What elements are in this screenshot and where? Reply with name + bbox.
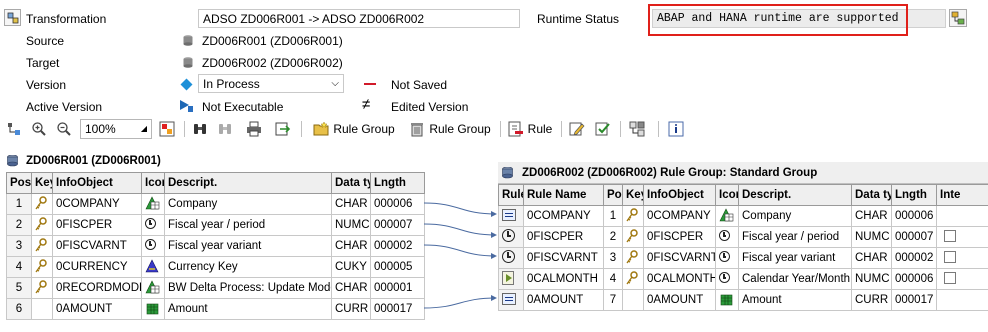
key-icon (626, 207, 638, 221)
connector-line (423, 223, 497, 238)
integer-checkbox[interactable] (944, 250, 956, 263)
length-cell: 000007 (891, 226, 937, 248)
infoobject-cell: 0AMOUNT (643, 289, 716, 311)
connector-line (423, 202, 497, 217)
key-cell (622, 247, 644, 269)
rule-cell[interactable] (498, 247, 524, 269)
initial-rule-icon (502, 270, 514, 285)
target-table: Rule Rule Name Pos Key InfoObject Icon D… (498, 184, 988, 311)
column-header[interactable]: Icon (715, 184, 739, 206)
integer-cell (936, 268, 988, 290)
column-header[interactable]: Descript. (738, 184, 852, 206)
table-row[interactable]: 0AMOUNT 7 0AMOUNT Amount CURR 000017 (498, 289, 988, 311)
description-cell: Calendar Year/Month (738, 268, 852, 290)
icon-cell (715, 205, 739, 227)
column-header[interactable]: Key (622, 184, 644, 206)
pos-cell: 1 (603, 205, 623, 227)
datatype-cell: NUMC (851, 268, 892, 290)
column-header[interactable]: Rule Name (523, 184, 604, 206)
icon-cell (715, 247, 739, 269)
integer-cell (936, 247, 988, 269)
datatype-cell: CURR (851, 289, 892, 311)
length-cell: 000006 (891, 268, 937, 290)
rule-cell[interactable] (498, 226, 524, 248)
infoobject-cell: 0FISCPER (643, 226, 716, 248)
column-header[interactable]: InfoObject (643, 184, 716, 206)
key-cell (622, 205, 644, 227)
rule-cell[interactable] (498, 205, 524, 227)
target-panel: ZD006R002 (ZD006R002) Rule Group: Standa… (498, 162, 988, 312)
infoobject-cell: 0CALMONTH (643, 268, 716, 290)
datatype-cell: CHAR (851, 247, 892, 269)
pos-cell: 3 (603, 247, 623, 269)
rule-cell[interactable] (498, 289, 524, 311)
description-cell: Amount (738, 289, 852, 311)
key-cell (622, 289, 644, 311)
key-icon (626, 270, 638, 284)
length-cell: 000006 (891, 205, 937, 227)
infoobject-cell: 0COMPANY (643, 205, 716, 227)
pos-cell: 7 (603, 289, 623, 311)
column-header[interactable]: Pos (603, 184, 623, 206)
direct-assignment-icon (502, 208, 516, 221)
description-cell: Company (738, 205, 852, 227)
rule-name-cell: 0COMPANY (523, 205, 604, 227)
rule-name-cell: 0FISCVARNT (523, 247, 604, 269)
column-header[interactable]: Lngth (891, 184, 937, 206)
integer-cell (936, 226, 988, 248)
icon-cell (715, 289, 739, 311)
connector-line (423, 295, 497, 309)
table-row[interactable]: 0COMPANY 1 0COMPANY Company CHAR 000006 (498, 205, 988, 227)
pos-cell: 4 (603, 268, 623, 290)
rule-name-cell: 0AMOUNT (523, 289, 604, 311)
target-db-icon (502, 167, 513, 179)
integer-checkbox[interactable] (944, 271, 956, 284)
integer-cell (936, 205, 988, 227)
key-cell (622, 226, 644, 248)
key-cell (622, 268, 644, 290)
time-characteristic-icon (719, 230, 730, 241)
column-header[interactable]: Inte (936, 184, 988, 206)
key-icon (626, 249, 638, 263)
infoobject-cell: 0FISCVARNT (643, 247, 716, 269)
direct-assignment-icon (502, 292, 516, 305)
time-conversion-icon (502, 229, 515, 242)
key-figure-icon (720, 294, 733, 305)
datatype-cell: CHAR (851, 205, 892, 227)
datatype-cell: NUMC (851, 226, 892, 248)
integer-cell (936, 289, 988, 311)
pos-cell: 2 (603, 226, 623, 248)
description-cell: Fiscal year variant (738, 247, 852, 269)
connector-line (423, 244, 497, 259)
table-row[interactable]: 0CALMONTH 4 0CALMONTH Calendar Year/Mont… (498, 268, 988, 290)
time-characteristic-icon (719, 272, 730, 283)
target-table-header-row: Rule Rule Name Pos Key InfoObject Icon D… (498, 184, 988, 206)
integer-checkbox[interactable] (944, 229, 956, 242)
column-header[interactable]: Data ty (851, 184, 892, 206)
column-header[interactable]: Rule (498, 184, 524, 206)
time-characteristic-icon (719, 251, 730, 262)
rule-cell[interactable] (498, 268, 524, 290)
length-cell: 000017 (891, 289, 937, 311)
table-row[interactable]: 0FISCPER 2 0FISCPER Fiscal year / period… (498, 226, 988, 248)
key-icon (626, 228, 638, 242)
rule-name-cell: 0FISCPER (523, 226, 604, 248)
target-table-title: ZD006R002 (ZD006R002) Rule Group: Standa… (522, 167, 818, 179)
icon-cell (715, 268, 739, 290)
rule-name-cell: 0CALMONTH (523, 268, 604, 290)
time-conversion-icon (502, 250, 515, 263)
icon-cell (715, 226, 739, 248)
description-cell: Fiscal year / period (738, 226, 852, 248)
length-cell: 000002 (891, 247, 937, 269)
characteristic-icon (719, 207, 734, 221)
table-row[interactable]: 0FISCVARNT 3 0FISCVARNT Fiscal year vari… (498, 247, 988, 269)
